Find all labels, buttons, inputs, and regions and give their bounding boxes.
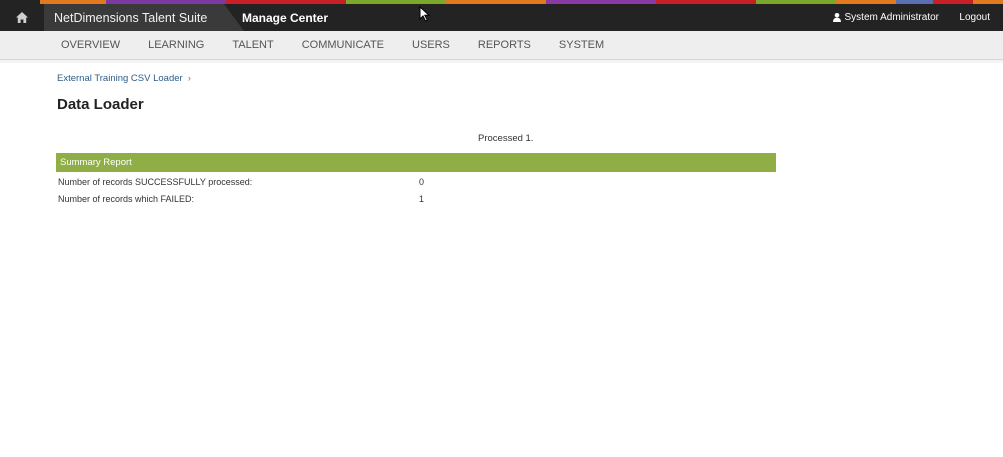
summary-row-label: Number of records which FAILED: [58,194,195,204]
breadcrumb: External Training CSV Loader › [57,73,191,84]
mouse-cursor-icon [419,6,431,22]
page-title: Data Loader [57,96,144,113]
breadcrumb-link[interactable]: External Training CSV Loader [57,73,183,84]
brand-tab[interactable]: NetDimensions Talent Suite [44,4,244,31]
user-name: System Administrator [844,12,939,23]
user-icon [832,13,841,22]
home-icon [16,12,28,23]
nav-item-communicate[interactable]: COMMUNICATE [288,39,398,51]
breadcrumb-separator: › [187,73,191,84]
section-title[interactable]: Manage Center [242,11,328,25]
summary-row-label: Number of records SUCCESSFULLY processed… [58,177,253,187]
brand-name: NetDimensions Talent Suite [54,11,208,25]
nav-item-system[interactable]: SYSTEM [545,39,618,51]
nav-item-users[interactable]: USERS [398,39,464,51]
summary-row-value: 0 [419,177,425,187]
main-nav: OVERVIEW LEARNING TALENT COMMUNICATE USE… [0,31,1003,63]
top-bar: NetDimensions Talent Suite Manage Center… [0,0,1003,31]
nav-item-talent[interactable]: TALENT [218,39,287,51]
color-stripe [0,0,1003,4]
nav-item-learning[interactable]: LEARNING [134,39,218,51]
logout-link[interactable]: Logout [959,12,990,23]
summary-report-title: Summary Report [60,157,132,168]
home-button[interactable] [0,4,44,31]
nav-item-reports[interactable]: REPORTS [464,39,545,51]
nav-item-overview[interactable]: OVERVIEW [47,39,134,51]
user-menu[interactable]: System Administrator [832,12,939,23]
summary-row-value: 1 [419,194,425,204]
summary-report-header: Summary Report [56,153,776,172]
status-message: Processed 1. [478,133,534,144]
